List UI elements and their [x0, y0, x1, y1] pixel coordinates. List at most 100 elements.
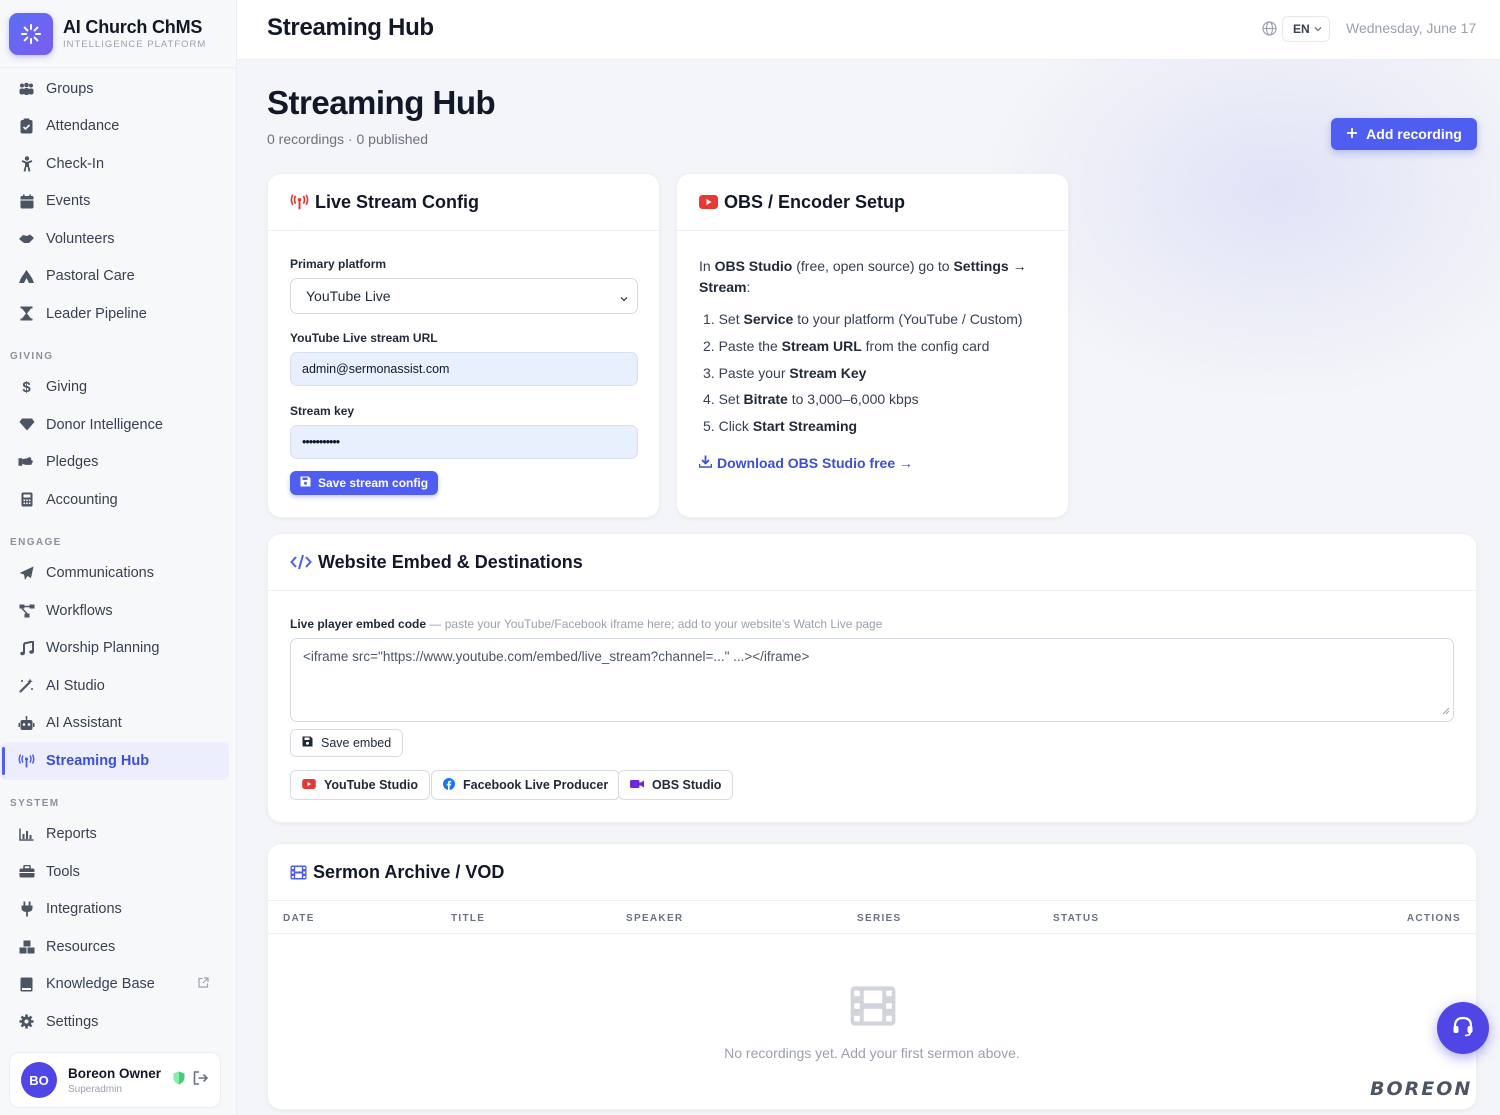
- clipboard-check-icon: [18, 118, 35, 135]
- column-header-actions: ACTIONS: [1406, 913, 1461, 924]
- sidebar-item-label: Settings: [46, 1013, 99, 1030]
- sidebar-item-label: Groups: [46, 80, 94, 97]
- nav-section-system: SYSTEM: [10, 797, 60, 809]
- support-chat-button[interactable]: [1437, 1002, 1489, 1054]
- sidebar-item-knowledge-base[interactable]: Knowledge Base: [0, 966, 237, 1004]
- hourglass-icon: [18, 305, 35, 322]
- sidebar-item-tools[interactable]: Tools: [0, 853, 237, 891]
- embed-code-textarea[interactable]: <iframe src="https://www.youtube.com/emb…: [290, 638, 1454, 722]
- sidebar-item-label: Donor Intelligence: [46, 416, 163, 433]
- column-header-title[interactable]: TITLE: [451, 913, 485, 924]
- broadcast-icon: [18, 752, 35, 769]
- brand[interactable]: AI Church ChMS INTELLIGENCE PLATFORM: [0, 0, 236, 68]
- sidebar-item-integrations[interactable]: Integrations: [0, 891, 237, 929]
- obs-intro: In OBS Studio (free, open source) go to …: [699, 258, 1027, 295]
- sidebar-item-leader-pipeline[interactable]: Leader Pipeline: [0, 295, 237, 333]
- sidebar-item-accounting[interactable]: Accounting: [0, 481, 237, 519]
- card-title: OBS / Encoder Setup: [724, 191, 906, 212]
- magic-wand-icon: [18, 677, 35, 694]
- user-name: Boreon Owner: [68, 1065, 162, 1081]
- sidebar-item-resources[interactable]: Resources: [0, 928, 237, 966]
- sidebar-item-workflows[interactable]: Workflows: [0, 592, 237, 630]
- sidebar-item-giving[interactable]: $ Giving: [0, 369, 237, 407]
- add-recording-button[interactable]: Add recording: [1331, 118, 1477, 150]
- sidebar-item-label: Reports: [46, 826, 97, 843]
- sidebar-item-communications[interactable]: Communications: [0, 555, 237, 593]
- save-stream-config-button[interactable]: Save stream config: [290, 471, 439, 495]
- nav-section-engage: ENGAGE: [10, 536, 62, 548]
- website-embed-card: Website Embed & Destinations Live player…: [267, 533, 1477, 823]
- code-icon: [290, 554, 312, 570]
- sidebar-item-attendance[interactable]: Attendance: [0, 108, 237, 146]
- hand-coins-icon: [18, 454, 35, 471]
- platform-value: YouTube Live: [306, 288, 391, 304]
- toolbox-icon: [18, 863, 35, 880]
- sidebar-item-label: AI Studio: [46, 677, 105, 694]
- chevron-down-icon: [619, 291, 629, 307]
- destination-label: Facebook Live Producer: [463, 778, 609, 792]
- sidebar-item-volunteers[interactable]: Volunteers: [0, 220, 237, 258]
- video-camera-icon: [630, 778, 644, 792]
- stream-key-input[interactable]: •••••••••••: [290, 425, 638, 459]
- sidebar-item-pledges[interactable]: Pledges: [0, 444, 237, 482]
- workflow-icon: [18, 602, 35, 619]
- list-item: 4. Set Bitrate to 3,000–6,000 kbps: [703, 391, 919, 408]
- brand-subtitle: INTELLIGENCE PLATFORM: [63, 39, 207, 50]
- floppy-disk-icon: [300, 476, 311, 490]
- save-embed-label: Save embed: [321, 736, 392, 750]
- sidebar-item-pastoral-care[interactable]: Pastoral Care: [0, 258, 237, 296]
- sidebar-item-label: Resources: [46, 938, 116, 955]
- sidebar-item-label: Workflows: [46, 602, 113, 619]
- obs-steps-list: 1. Set Service to your platform (YouTube…: [703, 311, 1023, 445]
- column-header-status[interactable]: STATUS: [1053, 913, 1099, 924]
- calculator-icon: [18, 491, 35, 508]
- list-item: 1. Set Service to your platform (YouTube…: [703, 311, 1023, 327]
- resize-grip-icon[interactable]: [1442, 703, 1450, 718]
- topbar: Streaming Hub EN Wednesday, June 17: [237, 0, 1500, 60]
- user-role: Superadmin: [68, 1083, 122, 1095]
- sidebar-item-label: Events: [46, 193, 91, 210]
- obs-studio-button[interactable]: OBS Studio: [618, 770, 734, 800]
- current-date: Wednesday, June 17: [1346, 20, 1477, 36]
- plug-icon: [18, 901, 35, 918]
- language-select[interactable]: EN: [1282, 16, 1330, 42]
- sidebar-item-groups[interactable]: Groups: [0, 70, 237, 108]
- sidebar: AI Church ChMS INTELLIGENCE PLATFORM Gro…: [0, 0, 237, 1115]
- page-subtitle: 0 recordings · 0 published: [267, 131, 429, 147]
- sidebar-item-donor-intelligence[interactable]: Donor Intelligence: [0, 406, 237, 444]
- download-obs-label: Download OBS Studio free →: [717, 455, 914, 471]
- embed-code-label: Live player embed code — paste your YouT…: [290, 617, 883, 631]
- broadcast-icon: [290, 194, 309, 210]
- column-header-series[interactable]: SERIES: [857, 913, 901, 924]
- download-obs-link[interactable]: Download OBS Studio free →: [698, 455, 914, 471]
- sidebar-item-label: Worship Planning: [46, 640, 160, 657]
- obs-setup-card: OBS / Encoder Setup In OBS Studio (free,…: [676, 173, 1069, 518]
- card-title: Website Embed & Destinations: [318, 551, 583, 572]
- column-header-speaker[interactable]: SPEAKER: [626, 913, 683, 924]
- film-icon: [290, 865, 307, 880]
- sidebar-item-events[interactable]: Events: [0, 183, 237, 221]
- user-card[interactable]: BO Boreon Owner Superadmin: [9, 1052, 221, 1108]
- paper-plane-icon: [18, 565, 35, 582]
- sidebar-item-ai-studio[interactable]: AI Studio: [0, 667, 237, 705]
- sidebar-item-streaming-hub[interactable]: Streaming Hub: [0, 742, 229, 780]
- facebook-live-producer-button[interactable]: Facebook Live Producer: [431, 770, 621, 800]
- table-header: DATE TITLE SPEAKER SERIES STATUS ACTIONS: [268, 901, 1476, 934]
- column-header-date[interactable]: DATE: [283, 913, 315, 924]
- platform-select[interactable]: YouTube Live: [290, 278, 638, 314]
- logout-icon[interactable]: [193, 1070, 209, 1090]
- youtube-studio-button[interactable]: YouTube Studio: [290, 770, 430, 800]
- stream-key-label: Stream key: [290, 404, 355, 418]
- avatar: BO: [21, 1062, 57, 1098]
- list-item: 3. Paste your Stream Key: [703, 364, 867, 381]
- sidebar-item-settings[interactable]: Settings: [0, 1003, 237, 1041]
- download-icon: [698, 455, 713, 471]
- save-embed-button[interactable]: Save embed: [290, 729, 404, 757]
- youtube-icon: [699, 195, 718, 209]
- sidebar-item-worship-planning[interactable]: Worship Planning: [0, 630, 237, 668]
- sidebar-item-label: Check-In: [46, 155, 105, 172]
- sidebar-item-check-in[interactable]: Check-In: [0, 145, 237, 183]
- stream-url-input[interactable]: admin@sermonassist.com: [290, 352, 638, 386]
- sidebar-item-ai-assistant[interactable]: AI Assistant: [0, 705, 237, 743]
- sidebar-item-reports[interactable]: Reports: [0, 816, 237, 854]
